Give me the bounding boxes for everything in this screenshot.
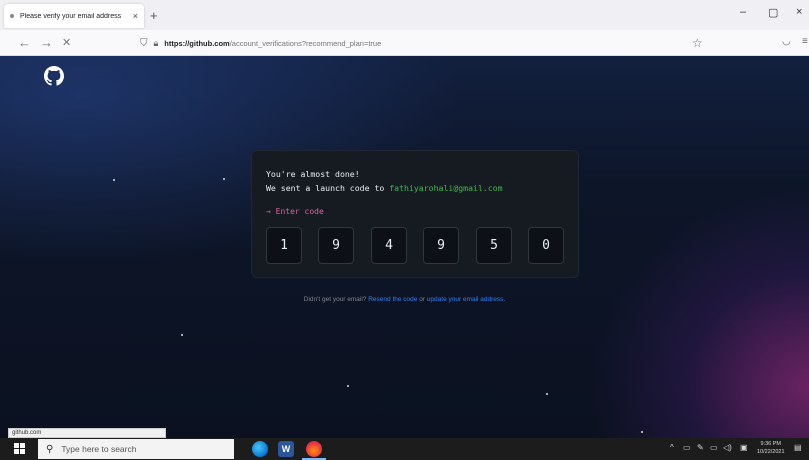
help-suffix: . [503, 296, 506, 303]
url-path: /account_verifications?recommend_plan=tr… [229, 38, 382, 48]
taskbar: ⚲ Type here to search W ^ ▭ ✎ ▭ ◁) ▣ 9:3… [0, 438, 809, 460]
stop-loading-button[interactable]: ✕ [62, 36, 71, 49]
help-or: or [417, 296, 427, 303]
edge-icon[interactable] [252, 441, 268, 457]
maximize-button[interactable]: ▢ [768, 6, 778, 19]
close-window-button[interactable]: × [796, 6, 802, 18]
verification-card: You're almost done! We sent a launch cod… [251, 150, 579, 278]
windows-start-icon[interactable] [14, 443, 26, 455]
address-bar[interactable]: ⛉ 🔒︎ https://github.com /account_verific… [140, 33, 720, 53]
pocket-icon[interactable]: ◡ [782, 36, 791, 47]
background-star [181, 334, 183, 336]
tab-title: Please verify your email address [20, 12, 122, 20]
network-icon[interactable]: ▭ [683, 443, 691, 452]
bookmark-star-icon[interactable]: ☆ [692, 36, 703, 50]
minimize-button[interactable]: – [740, 6, 746, 18]
firefox-icon[interactable] [306, 441, 322, 457]
search-icon: ⚲ [46, 443, 54, 455]
back-button[interactable]: ← [18, 35, 31, 50]
battery-icon[interactable]: ▭ [710, 443, 718, 452]
tab-close-icon[interactable]: × [133, 11, 138, 21]
background-star [641, 431, 643, 433]
clock-date: 10/22/2021 [757, 449, 785, 455]
status-bar: github.com [8, 428, 166, 438]
browser-tab-bar: Please verify your email address × + – ▢… [0, 0, 809, 30]
email-address: fathiyarohali@gmail.com [389, 183, 503, 193]
launch-code-text: We sent a launch code to fathiyarohali@g… [266, 183, 503, 193]
almost-done-text: You're almost done! [266, 169, 360, 179]
word-icon[interactable]: W [278, 441, 294, 457]
forward-button[interactable]: → [40, 35, 53, 50]
taskbar-clock[interactable]: 9:36 PM 10/22/2021 [757, 440, 785, 456]
loading-icon [10, 14, 14, 18]
url-host: https://github.com [164, 38, 230, 48]
code-digit-input[interactable]: 9 [423, 227, 459, 264]
code-digit-input[interactable]: 4 [371, 227, 407, 264]
update-email-link[interactable]: update your email address [427, 296, 504, 303]
code-digit-input[interactable]: 1 [266, 227, 302, 264]
clock-time: 9:36 PM [760, 441, 781, 447]
taskbar-search[interactable]: ⚲ Type here to search [38, 439, 234, 459]
new-tab-button[interactable]: + [150, 8, 158, 23]
help-prefix: Didn't get your email? [303, 296, 369, 303]
github-logo-icon[interactable] [44, 66, 64, 86]
language-icon[interactable]: ▣ [740, 443, 748, 452]
page-content: You're almost done! We sent a launch cod… [0, 56, 809, 438]
lock-icon[interactable]: 🔒︎ [154, 38, 159, 49]
background-star [113, 179, 115, 181]
code-digit-input[interactable]: 9 [318, 227, 354, 264]
launch-code-prefix: We sent a launch code to [266, 183, 390, 193]
browser-nav-bar: ← → ✕ ⛉ 🔒︎ https://github.com /account_v… [0, 30, 809, 56]
help-text: Didn't get your email? Resend the code o… [0, 296, 809, 303]
browser-tab[interactable]: Please verify your email address × [4, 4, 144, 28]
enter-code-prompt: → Enter code [266, 207, 324, 216]
show-hidden-icons[interactable]: ^ [670, 443, 674, 452]
code-digit-input[interactable]: 5 [476, 227, 512, 264]
shield-icon[interactable]: ⛉ [140, 38, 148, 49]
background-star [546, 393, 548, 395]
background-star [347, 385, 349, 387]
pen-icon[interactable]: ✎ [697, 443, 704, 452]
volume-icon[interactable]: ◁) [723, 443, 732, 452]
menu-icon[interactable]: ≡ [802, 36, 808, 47]
background-star [223, 178, 225, 180]
notification-icon[interactable]: ▤ [794, 443, 802, 452]
resend-code-link[interactable]: Resend the code [368, 296, 417, 303]
code-digit-input[interactable]: 0 [528, 227, 564, 264]
search-placeholder: Type here to search [61, 444, 137, 454]
